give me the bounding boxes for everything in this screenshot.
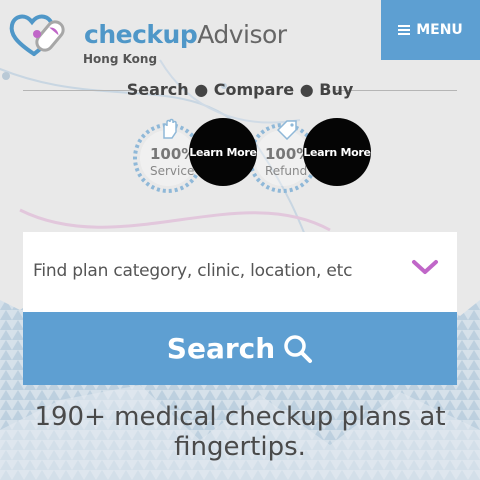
menu-button[interactable]: MENU: [381, 0, 480, 60]
tagline: Search ● Compare ● Buy: [126, 80, 354, 99]
chevron-down-icon[interactable]: [411, 258, 439, 276]
brand-name-part1: checkup: [84, 20, 198, 49]
learn-more-refund-button[interactable]: Learn More: [303, 118, 371, 186]
refund-label: Refund: [265, 164, 308, 178]
search-button[interactable]: Search: [23, 312, 457, 385]
search-button-label: Search: [166, 332, 276, 365]
hamburger-icon: [398, 25, 411, 35]
site-header: checkupAdvisor Hong Kong MENU: [0, 0, 480, 70]
search-dropdown[interactable]: Find plan category, clinic, location, et…: [23, 232, 457, 312]
hero-headline: 190+ medical checkup plans at fingertips…: [34, 402, 446, 462]
hand-icon: [163, 118, 177, 139]
region-label: Hong Kong: [83, 52, 158, 66]
brand-name[interactable]: checkupAdvisor: [84, 20, 287, 49]
menu-label: MENU: [416, 22, 463, 38]
search-placeholder: Find plan category, clinic, location, et…: [33, 261, 353, 281]
learn-more-service-button[interactable]: Learn More: [189, 118, 257, 186]
brand-name-part2: Advisor: [197, 20, 287, 49]
search-icon: [284, 334, 313, 363]
service-label: Service: [150, 164, 195, 178]
price-tag-icon: [276, 120, 297, 140]
heart-pill-logo-icon[interactable]: [8, 10, 78, 60]
